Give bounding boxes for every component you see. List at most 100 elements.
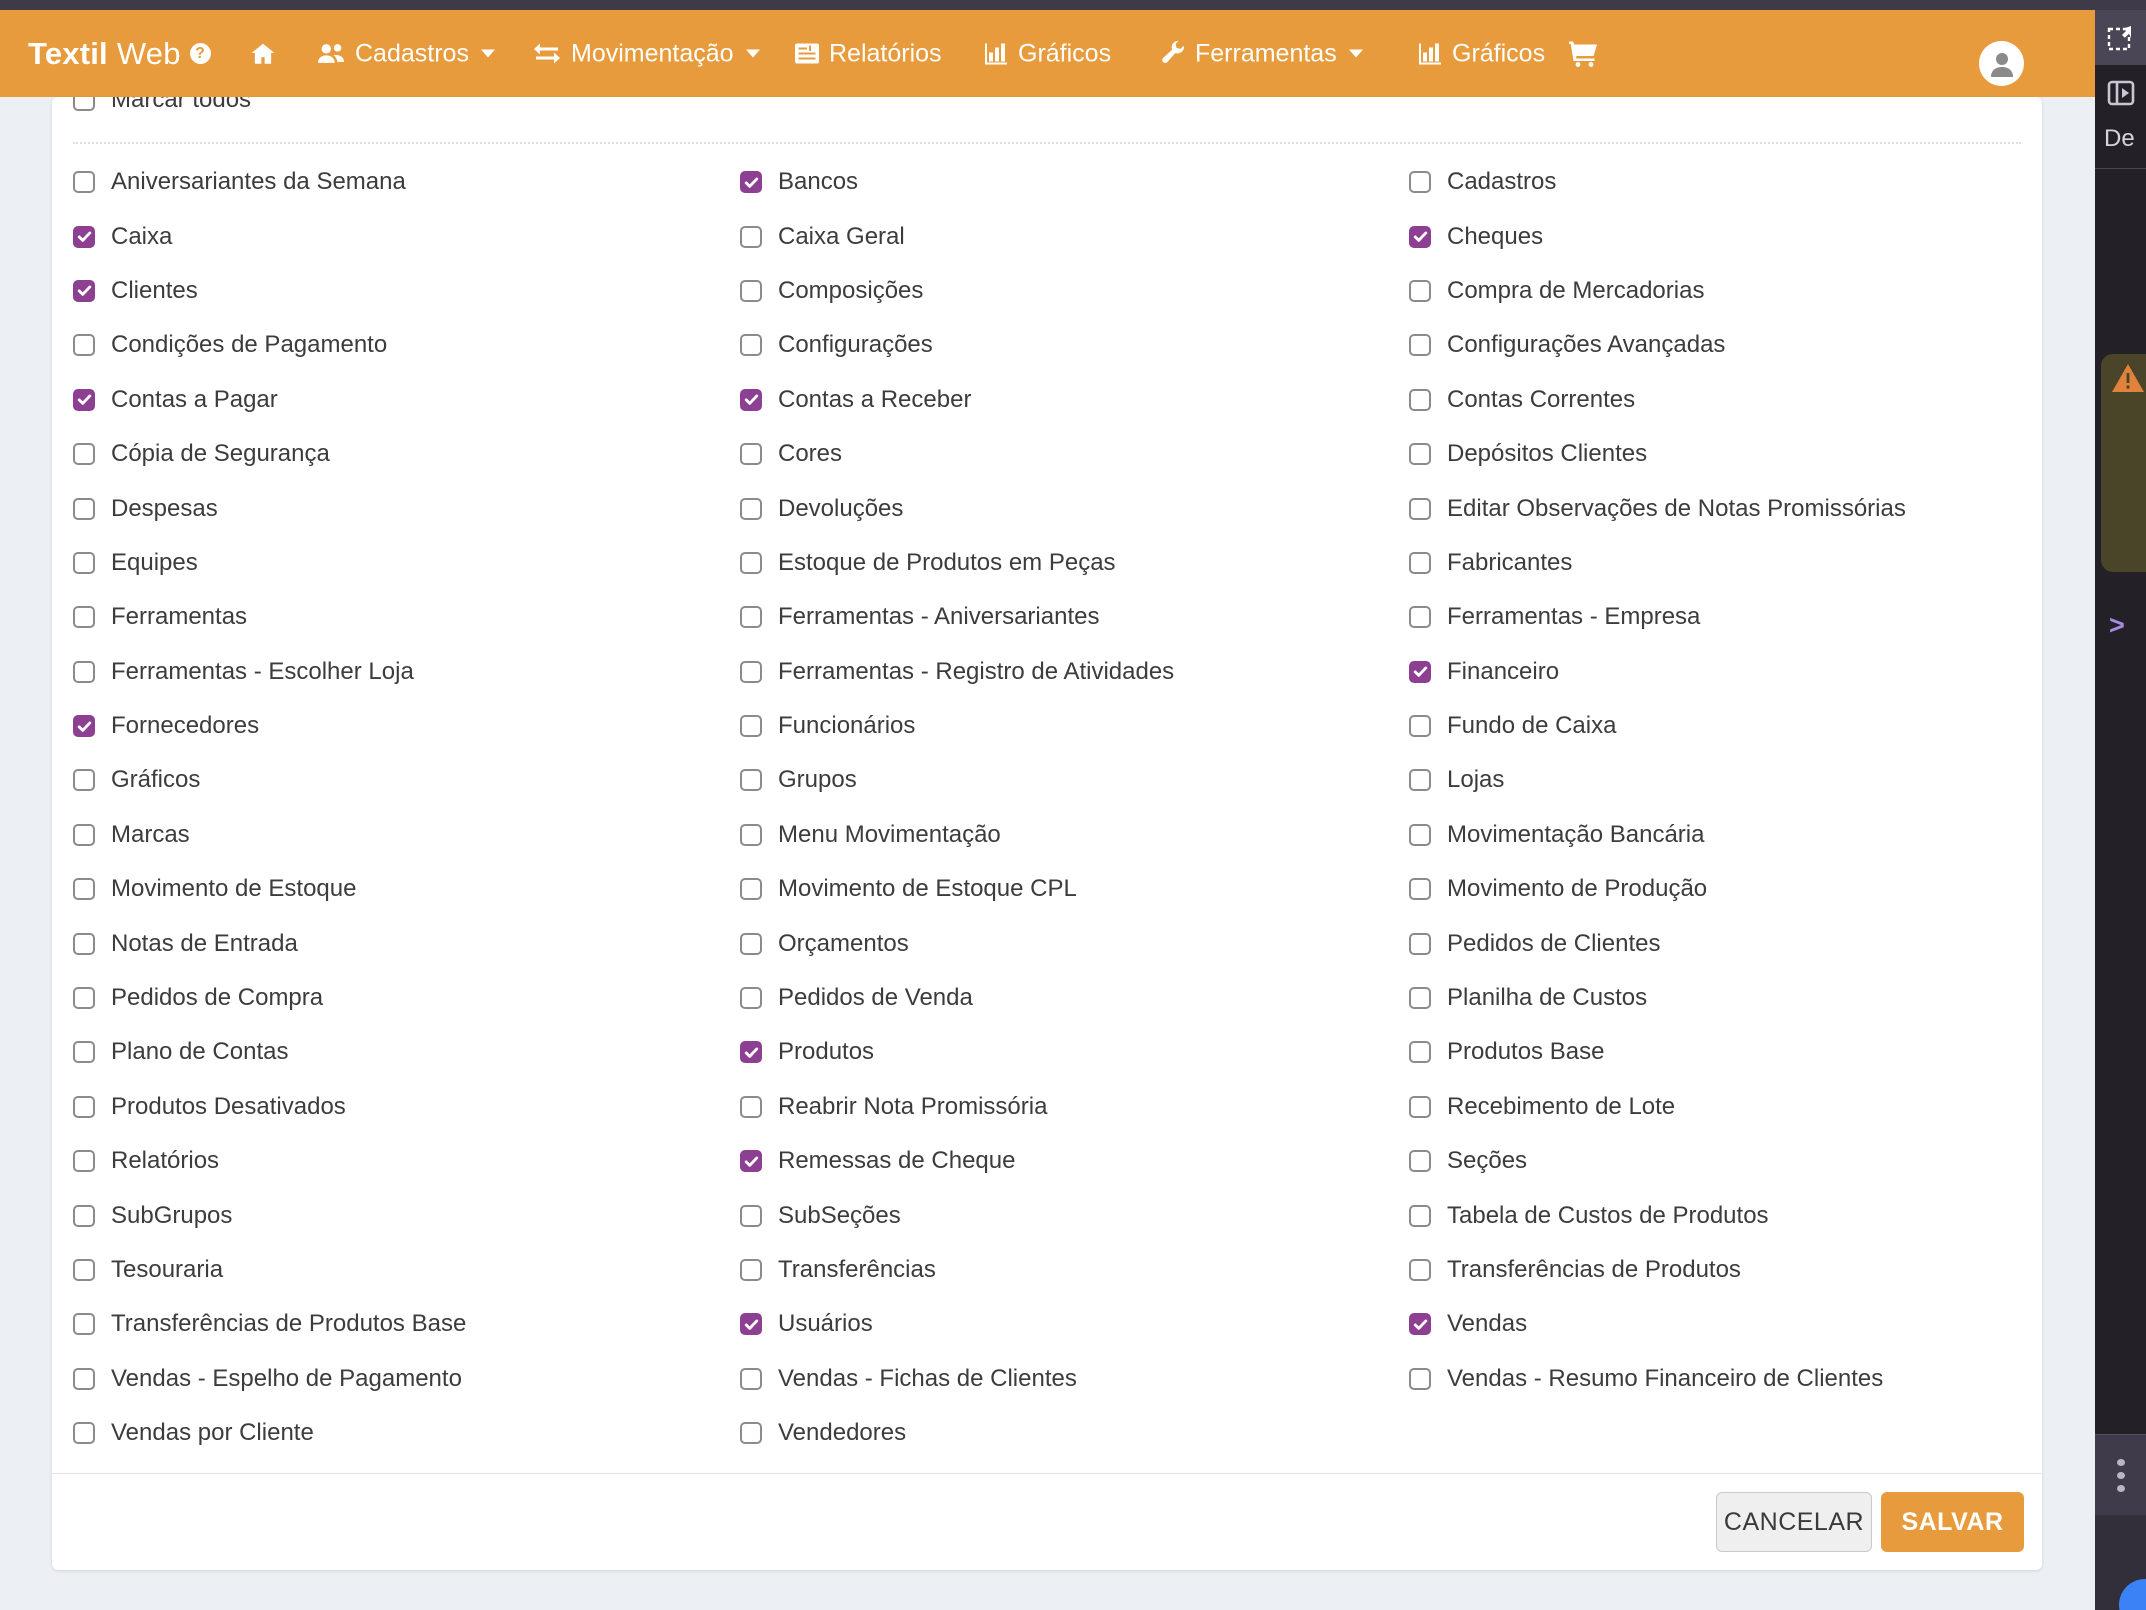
nav-item-cadastros[interactable]: Cadastros: [316, 39, 495, 68]
checkbox-unchecked[interactable]: [740, 1205, 762, 1227]
checkbox-unchecked[interactable]: [740, 552, 762, 574]
checkbox-row[interactable]: Cadastros: [1409, 155, 2042, 209]
checkbox-row[interactable]: Bancos: [740, 155, 1409, 209]
checkbox-checked[interactable]: [740, 389, 762, 411]
checkbox-row[interactable]: Transferências de Produtos Base: [73, 1297, 740, 1351]
checkbox-row[interactable]: Grupos: [740, 753, 1409, 807]
checkbox-row[interactable]: Contas a Pagar: [73, 373, 740, 427]
checkbox-unchecked[interactable]: [740, 824, 762, 846]
checkbox-checked[interactable]: [740, 171, 762, 193]
checkbox-row[interactable]: Plano de Contas: [73, 1025, 740, 1079]
checkbox-unchecked[interactable]: [1409, 1041, 1431, 1063]
checkbox-row[interactable]: Estoque de Produtos em Peças: [740, 536, 1409, 590]
checkbox-row[interactable]: Movimentação Bancária: [1409, 808, 2042, 862]
checkbox-row[interactable]: Ferramentas: [73, 590, 740, 644]
checkbox-unchecked[interactable]: [73, 498, 95, 520]
checkbox-unchecked[interactable]: [1409, 1096, 1431, 1118]
checkbox-unchecked[interactable]: [73, 171, 95, 193]
checkbox-row[interactable]: Menu Movimentação: [740, 808, 1409, 862]
checkbox-unchecked[interactable]: [1409, 1259, 1431, 1281]
checkbox-unchecked[interactable]: [1409, 769, 1431, 791]
checkbox-row[interactable]: Marcas: [73, 808, 740, 862]
checkbox-row[interactable]: Devoluções: [740, 481, 1409, 535]
checkbox-row[interactable]: Composições: [740, 264, 1409, 318]
checkbox-row[interactable]: Vendas - Resumo Financeiro de Clientes: [1409, 1352, 2042, 1406]
checkbox-row[interactable]: Cheques: [1409, 209, 2042, 263]
checkbox-row[interactable]: Transferências: [740, 1243, 1409, 1297]
checkbox-unchecked[interactable]: [1409, 606, 1431, 628]
nav-item-relatorios[interactable]: Relatórios: [794, 39, 942, 68]
checkbox-row[interactable]: Recebimento de Lote: [1409, 1080, 2042, 1134]
checkbox-row[interactable]: Condições de Pagamento: [73, 318, 740, 372]
checkbox-row[interactable]: Pedidos de Compra: [73, 971, 740, 1025]
checkbox-row[interactable]: Contas Correntes: [1409, 373, 2042, 427]
select-all-row[interactable]: Marcar todos: [73, 97, 251, 114]
checkbox-unchecked[interactable]: [1409, 498, 1431, 520]
checkbox-unchecked[interactable]: [740, 443, 762, 465]
region-select-button[interactable]: [2095, 10, 2146, 65]
checkbox-row[interactable]: Relatórios: [73, 1134, 740, 1188]
checkbox-row[interactable]: Movimento de Produção: [1409, 862, 2042, 916]
checkbox-unchecked[interactable]: [73, 1368, 95, 1390]
checkbox-row[interactable]: Planilha de Custos: [1409, 971, 2042, 1025]
user-avatar[interactable]: [1979, 41, 2024, 86]
checkbox-row[interactable]: Notas de Entrada: [73, 916, 740, 970]
checkbox-checked[interactable]: [1409, 226, 1431, 248]
checkbox-unchecked[interactable]: [73, 769, 95, 791]
checkbox-row[interactable]: Gráficos: [73, 753, 740, 807]
checkbox-unchecked[interactable]: [73, 1150, 95, 1172]
checkbox-unchecked[interactable]: [1409, 1150, 1431, 1172]
checkbox-checked[interactable]: [740, 1150, 762, 1172]
checkbox-checked[interactable]: [740, 1313, 762, 1335]
checkbox-unchecked[interactable]: [740, 987, 762, 1009]
nav-item-graficos-1[interactable]: Gráficos: [983, 39, 1111, 68]
checkbox-unchecked[interactable]: [740, 715, 762, 737]
checkbox-row[interactable]: Clientes: [73, 264, 740, 318]
checkbox-unchecked[interactable]: [740, 606, 762, 628]
checkbox-unchecked[interactable]: [740, 1368, 762, 1390]
open-side-panel-button[interactable]: [2095, 70, 2146, 116]
checkbox-unchecked[interactable]: [1409, 878, 1431, 900]
checkbox-row[interactable]: Contas a Receber: [740, 373, 1409, 427]
checkbox-row[interactable]: Vendas - Fichas de Clientes: [740, 1352, 1409, 1406]
checkbox-row[interactable]: Ferramentas - Aniversariantes: [740, 590, 1409, 644]
checkbox-row[interactable]: Remessas de Cheque: [740, 1134, 1409, 1188]
nav-item-graficos-2[interactable]: Gráficos: [1417, 39, 1545, 68]
checkbox-unchecked[interactable]: [740, 933, 762, 955]
checkbox-unchecked[interactable]: [73, 933, 95, 955]
checkbox-unchecked[interactable]: [740, 334, 762, 356]
checkbox-unchecked[interactable]: [1409, 933, 1431, 955]
checkbox-row[interactable]: Produtos Base: [1409, 1025, 2042, 1079]
checkbox-row[interactable]: Tesouraria: [73, 1243, 740, 1297]
checkbox-row[interactable]: Vendas - Espelho de Pagamento: [73, 1352, 740, 1406]
checkbox-row[interactable]: Aniversariantes da Semana: [73, 155, 740, 209]
extension-bubble[interactable]: [2119, 1579, 2146, 1610]
checkbox-unchecked[interactable]: [740, 1096, 762, 1118]
brand-logo[interactable]: TextilWeb ?: [28, 36, 211, 72]
checkbox-row[interactable]: Depósitos Clientes: [1409, 427, 2042, 481]
checkbox-unchecked[interactable]: [73, 334, 95, 356]
checkbox-row[interactable]: Financeiro: [1409, 645, 2042, 699]
checkbox-checked[interactable]: [73, 389, 95, 411]
checkbox-row[interactable]: Transferências de Produtos: [1409, 1243, 2042, 1297]
checkbox-unchecked[interactable]: [73, 824, 95, 846]
checkbox-row[interactable]: Caixa Geral: [740, 209, 1409, 263]
checkbox-unchecked[interactable]: [1409, 1368, 1431, 1390]
checkbox-row[interactable]: SubSeções: [740, 1188, 1409, 1242]
checkbox-unchecked[interactable]: [73, 97, 95, 111]
checkbox-row[interactable]: Editar Observações de Notas Promissórias: [1409, 481, 2042, 535]
checkbox-unchecked[interactable]: [740, 769, 762, 791]
checkbox-row[interactable]: Fabricantes: [1409, 536, 2042, 590]
checkbox-checked[interactable]: [73, 226, 95, 248]
checkbox-row[interactable]: Configurações: [740, 318, 1409, 372]
checkbox-row[interactable]: Cópia de Segurança: [73, 427, 740, 481]
checkbox-checked[interactable]: [740, 1041, 762, 1063]
expand-chevron[interactable]: >: [2109, 610, 2125, 641]
checkbox-unchecked[interactable]: [73, 661, 95, 683]
checkbox-unchecked[interactable]: [73, 1422, 95, 1444]
warning-card[interactable]: [2101, 354, 2146, 572]
checkbox-unchecked[interactable]: [1409, 280, 1431, 302]
checkbox-unchecked[interactable]: [740, 1422, 762, 1444]
checkbox-unchecked[interactable]: [1409, 1205, 1431, 1227]
checkbox-row[interactable]: Pedidos de Venda: [740, 971, 1409, 1025]
